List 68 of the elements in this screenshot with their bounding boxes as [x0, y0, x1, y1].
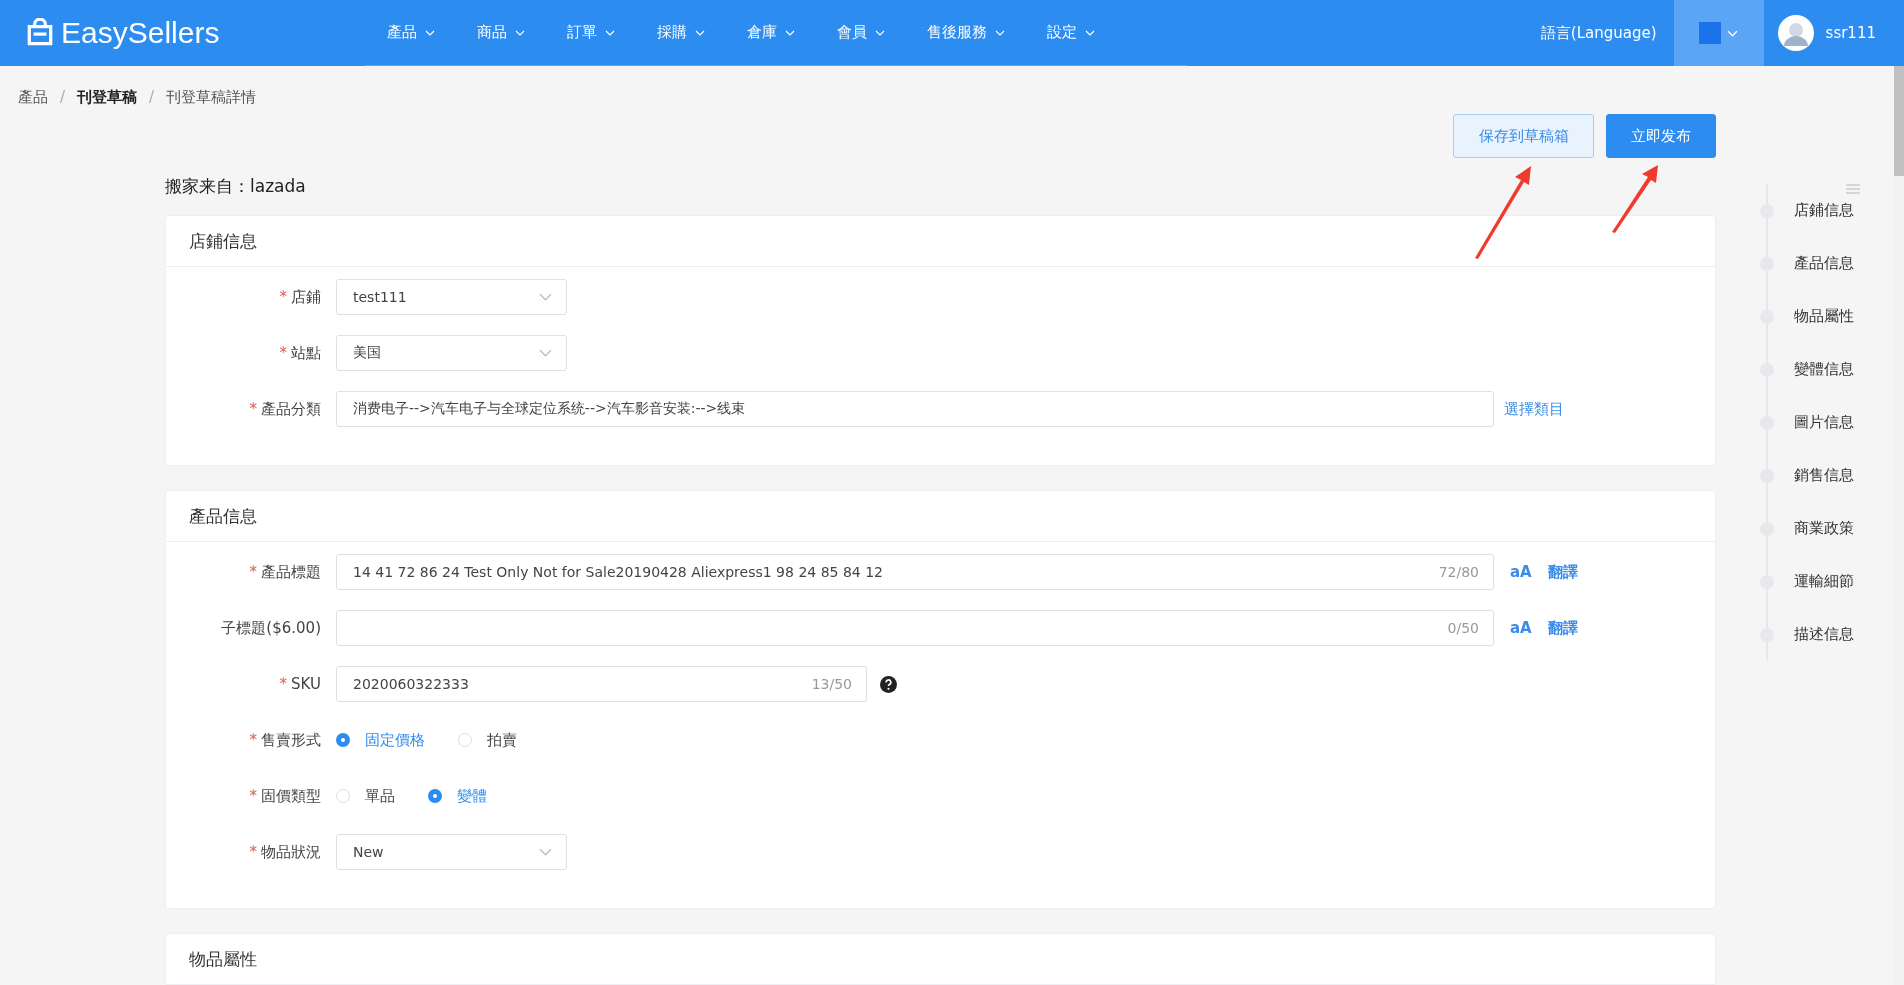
- chevron-down-icon: [695, 29, 705, 36]
- field-label: 站點: [291, 343, 321, 362]
- avatar-icon: [1777, 15, 1814, 51]
- theme-color-button[interactable]: [1673, 0, 1764, 66]
- chevron-down-icon: [1727, 29, 1739, 37]
- radio-button[interactable]: [428, 789, 442, 803]
- scrollbar[interactable]: [1894, 66, 1904, 985]
- section-anchor-link[interactable]: 圖片信息: [1759, 396, 1854, 449]
- section-anchor-link[interactable]: 店鋪信息: [1759, 184, 1854, 237]
- field-label: SKU: [291, 675, 321, 693]
- bag-logo-icon: [25, 18, 55, 48]
- select-field[interactable]: test111: [336, 279, 567, 315]
- chevron-down-icon: [1085, 29, 1095, 36]
- radio-option[interactable]: 變體: [428, 786, 487, 806]
- chevron-down-icon: [539, 349, 552, 357]
- logo-text: EasySellers: [61, 16, 220, 50]
- menu-icon: [1846, 184, 1860, 194]
- action-link[interactable]: 選擇類目: [1504, 399, 1564, 419]
- required-mark: *: [249, 730, 257, 749]
- field-label: 子標題($6.00): [221, 618, 321, 637]
- swatch-icon: [1699, 22, 1722, 44]
- section-anchor-link[interactable]: 產品信息: [1759, 237, 1854, 290]
- chevron-down-icon: [995, 29, 1005, 36]
- required-mark: *: [249, 399, 257, 418]
- section-anchor-link[interactable]: 運輸細節: [1759, 555, 1854, 608]
- section-title: 產品信息: [189, 504, 257, 528]
- field-label: 產品分類: [261, 399, 321, 418]
- field-label: 售賣形式: [261, 730, 321, 749]
- section-title: 店鋪信息: [189, 229, 257, 253]
- select-field[interactable]: 美国: [336, 335, 567, 371]
- text-field[interactable]: 消费电子-->汽车电子与全球定位系统-->汽车影音安装:-->线束: [336, 391, 1494, 427]
- required-mark: *: [249, 786, 257, 805]
- pointer-arrow: [1610, 163, 1660, 233]
- section-anchor-link[interactable]: 銷售信息: [1759, 449, 1854, 502]
- required-mark: *: [279, 287, 287, 306]
- chevron-down-icon: [539, 848, 552, 856]
- chevron-down-icon: [785, 29, 795, 36]
- section-anchor-link[interactable]: 物品屬性: [1759, 290, 1854, 343]
- section-anchor-link[interactable]: 變體信息: [1759, 343, 1854, 396]
- chevron-down-icon: [605, 29, 615, 36]
- required-mark: *: [279, 675, 288, 693]
- radio-button[interactable]: [336, 733, 350, 747]
- radio-option[interactable]: 固定價格: [336, 730, 425, 750]
- field-label: 店鋪: [291, 287, 321, 306]
- chevron-down-icon: [425, 29, 435, 36]
- breadcrumb-link[interactable]: 產品: [18, 88, 48, 107]
- section-title: 物品屬性: [189, 947, 257, 971]
- field-label: 物品狀況: [261, 842, 321, 861]
- required-mark: *: [279, 343, 287, 362]
- field-label: 固價類型: [261, 786, 321, 805]
- chevron-down-icon: [875, 29, 885, 36]
- field-label: 產品標題: [261, 562, 321, 581]
- required-mark: *: [249, 562, 257, 581]
- radio-option[interactable]: 單品: [336, 786, 395, 806]
- section-anchor-link[interactable]: 描述信息: [1759, 608, 1854, 661]
- text-field[interactable]: 2020060322333 13/50: [336, 666, 867, 702]
- breadcrumb-separator: /: [60, 88, 66, 107]
- breadcrumb-link[interactable]: 刊登草稿詳情: [166, 88, 257, 107]
- select-field[interactable]: New: [336, 834, 567, 870]
- section-anchor-link[interactable]: 商業政策: [1759, 502, 1854, 555]
- breadcrumb-link[interactable]: 刊登草稿: [77, 88, 138, 107]
- radio-option[interactable]: 拍賣: [458, 730, 517, 750]
- text-field[interactable]: 14 41 72 86 24 Test Only Not for Sale20190428 Aliexpress1 98 24 85 84 12 72/80: [336, 554, 1494, 590]
- source-text: 搬家来自：lazada: [165, 175, 307, 198]
- required-mark: *: [249, 842, 257, 861]
- chevron-down-icon: [515, 29, 525, 36]
- chevron-down-icon: [539, 293, 552, 301]
- breadcrumb-separator: /: [149, 88, 155, 107]
